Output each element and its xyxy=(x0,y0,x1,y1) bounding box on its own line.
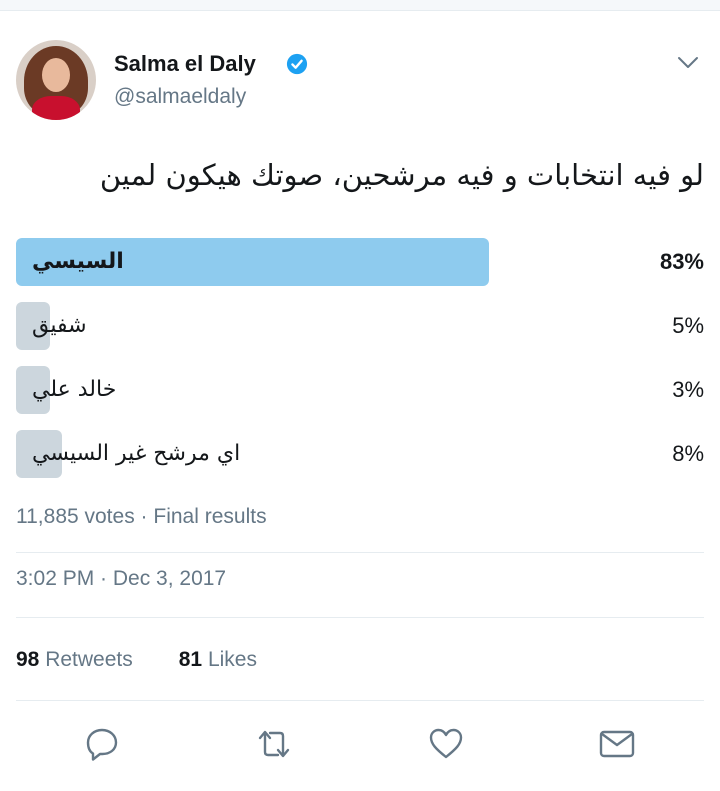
message-button[interactable] xyxy=(597,724,637,764)
retweet-icon xyxy=(258,730,290,758)
retweets-count: 98 xyxy=(16,648,40,671)
poll-option-percent: 3% xyxy=(672,377,704,402)
poll-votes-summary: 11,885 votes · Final results xyxy=(16,505,267,528)
reply-button[interactable] xyxy=(82,724,122,764)
poll-option-label: اي مرشح غير السيسي xyxy=(32,441,241,466)
engagement-stats: 98 Retweets 81 Likes xyxy=(16,648,257,672)
retweet-button[interactable] xyxy=(254,724,294,764)
verified-badge-icon xyxy=(286,53,308,75)
likes-count: 81 xyxy=(178,648,203,671)
tweet-text: لو فيه انتخابات و فيه مرشحين، صوتك هيكون… xyxy=(99,158,704,192)
retweets-label: Retweets xyxy=(45,648,133,671)
poll-option: اي مرشح غير السيسي 8% xyxy=(16,430,704,478)
envelope-icon xyxy=(599,730,635,758)
chevron-down-icon[interactable] xyxy=(676,52,700,72)
author-handle[interactable]: @salmaeldaly xyxy=(114,85,246,109)
poll-option: خالد علي 3% xyxy=(16,366,704,414)
top-divider xyxy=(0,0,720,11)
avatar[interactable] xyxy=(16,40,96,120)
divider xyxy=(16,700,704,701)
poll-option-label: السيسي xyxy=(32,249,124,274)
author-name[interactable]: Salma el Daly xyxy=(114,51,256,77)
poll-option: شفيق 5% xyxy=(16,302,704,350)
divider xyxy=(16,552,704,553)
likes-stat[interactable]: 81 Likes xyxy=(179,648,257,671)
heart-icon xyxy=(429,728,463,759)
likes-label: Likes xyxy=(207,648,257,671)
tweet-timestamp[interactable]: 3:02 PM · Dec 3, 2017 xyxy=(16,567,226,591)
poll-option-percent: 5% xyxy=(672,313,704,338)
divider xyxy=(16,617,704,618)
retweets-stat[interactable]: 98 Retweets xyxy=(16,648,133,671)
poll-option-label: خالد علي xyxy=(32,377,117,402)
reply-icon xyxy=(86,728,118,761)
poll-option: السيسي 83% xyxy=(16,238,704,286)
poll-option-percent: 8% xyxy=(672,441,704,466)
poll-option-percent: 83% xyxy=(659,249,704,274)
like-button[interactable] xyxy=(426,724,466,764)
poll-option-label: شفيق xyxy=(32,313,87,338)
